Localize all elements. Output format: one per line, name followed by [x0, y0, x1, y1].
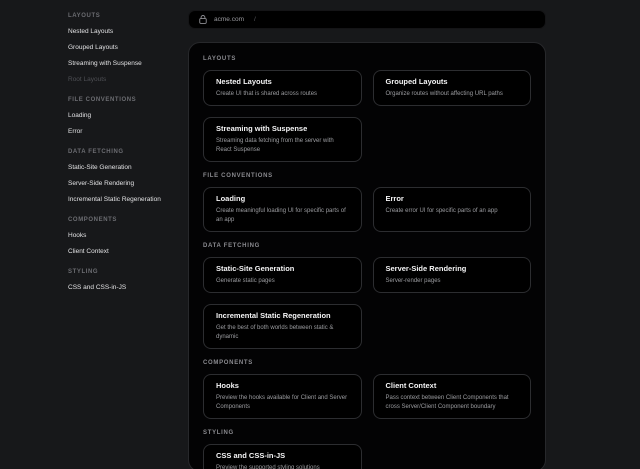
section-label: FILE CONVENTIONS	[203, 172, 531, 180]
card-title: Hooks	[216, 381, 349, 391]
card-grid: CSS and CSS-in-JS Preview the supported …	[203, 444, 531, 469]
section-label: DATA FETCHING	[203, 242, 531, 250]
card-loading[interactable]: Loading Create meaningful loading UI for…	[203, 187, 362, 232]
card-title: Streaming with Suspense	[216, 124, 349, 134]
card-error[interactable]: Error Create error UI for specific parts…	[373, 187, 532, 232]
sidebar-section-title: COMPONENTS	[68, 212, 190, 228]
sidebar: LAYOUTS Nested Layouts Grouped Layouts S…	[68, 8, 190, 296]
card-streaming-with-suspense[interactable]: Streaming with Suspense Streaming data f…	[203, 117, 362, 162]
sidebar-section-title: FILE CONVENTIONS	[68, 92, 190, 108]
card-title: Static-Site Generation	[216, 264, 349, 274]
section-label: COMPONENTS	[203, 359, 531, 367]
card-description: Preview the supported styling solutions	[216, 464, 349, 469]
sidebar-item-incremental-static-regeneration[interactable]: Incremental Static Regeneration	[68, 192, 190, 208]
address-path: /	[254, 16, 256, 23]
app-playground: LAYOUTS Nested Layouts Grouped Layouts S…	[0, 0, 640, 469]
card-description: Pass context between Client Components t…	[386, 394, 519, 412]
lock-icon	[199, 15, 207, 24]
card-title: Server-Side Rendering	[386, 264, 519, 274]
sidebar-section-title: LAYOUTS	[68, 8, 190, 24]
sidebar-item-hooks[interactable]: Hooks	[68, 228, 190, 244]
sidebar-item-grouped-layouts[interactable]: Grouped Layouts	[68, 40, 190, 56]
sidebar-section-file-conventions: FILE CONVENTIONS Loading Error	[68, 92, 190, 140]
card-title: Nested Layouts	[216, 77, 349, 87]
address-bar: acme.com /	[188, 10, 546, 29]
card-title: Error	[386, 194, 519, 204]
content-panel: LAYOUTS Nested Layouts Create UI that is…	[188, 42, 546, 469]
main-column: acme.com / LAYOUTS Nested Layouts Create…	[188, 10, 546, 469]
card-title: Loading	[216, 194, 349, 204]
sidebar-item-error[interactable]: Error	[68, 124, 190, 140]
section-file-conventions: FILE CONVENTIONS Loading Create meaningf…	[203, 172, 531, 232]
card-grid: Nested Layouts Create UI that is shared …	[203, 70, 531, 162]
sidebar-item-streaming-with-suspense[interactable]: Streaming with Suspense	[68, 56, 190, 72]
section-data-fetching: DATA FETCHING Static-Site Generation Gen…	[203, 242, 531, 349]
card-title: Incremental Static Regeneration	[216, 311, 349, 321]
section-label: STYLING	[203, 429, 531, 437]
section-layouts: LAYOUTS Nested Layouts Create UI that is…	[203, 55, 531, 162]
card-title: CSS and CSS-in-JS	[216, 451, 349, 461]
card-nested-layouts[interactable]: Nested Layouts Create UI that is shared …	[203, 70, 362, 106]
sidebar-item-root-layouts[interactable]: Root Layouts	[68, 72, 190, 88]
card-grid: Hooks Preview the hooks available for Cl…	[203, 374, 531, 419]
address-domain: acme.com	[214, 16, 244, 23]
sidebar-item-client-context[interactable]: Client Context	[68, 244, 190, 260]
sidebar-section-components: COMPONENTS Hooks Client Context	[68, 212, 190, 260]
card-css-and-css-in-js[interactable]: CSS and CSS-in-JS Preview the supported …	[203, 444, 362, 469]
card-title: Grouped Layouts	[386, 77, 519, 87]
sidebar-section-styling: STYLING CSS and CSS-in-JS	[68, 264, 190, 296]
card-hooks[interactable]: Hooks Preview the hooks available for Cl…	[203, 374, 362, 419]
card-client-context[interactable]: Client Context Pass context between Clie…	[373, 374, 532, 419]
sidebar-section-title: DATA FETCHING	[68, 144, 190, 160]
sidebar-section-layouts: LAYOUTS Nested Layouts Grouped Layouts S…	[68, 8, 190, 88]
card-description: Get the best of both worlds between stat…	[216, 324, 349, 342]
card-server-side-rendering[interactable]: Server-Side Rendering Server-render page…	[373, 257, 532, 293]
card-grid: Loading Create meaningful loading UI for…	[203, 187, 531, 232]
sidebar-item-static-site-generation[interactable]: Static-Site Generation	[68, 160, 190, 176]
card-description: Server-render pages	[386, 277, 519, 286]
card-grouped-layouts[interactable]: Grouped Layouts Organize routes without …	[373, 70, 532, 106]
card-description: Generate static pages	[216, 277, 349, 286]
card-description: Create meaningful loading UI for specifi…	[216, 207, 349, 225]
card-description: Preview the hooks available for Client a…	[216, 394, 349, 412]
section-label: LAYOUTS	[203, 55, 531, 63]
card-grid: Static-Site Generation Generate static p…	[203, 257, 531, 349]
section-styling: STYLING CSS and CSS-in-JS Preview the su…	[203, 429, 531, 469]
sidebar-section-title: STYLING	[68, 264, 190, 280]
section-components: COMPONENTS Hooks Preview the hooks avail…	[203, 359, 531, 419]
card-description: Streaming data fetching from the server …	[216, 137, 349, 155]
card-description: Create UI that is shared across routes	[216, 90, 349, 99]
sidebar-item-nested-layouts[interactable]: Nested Layouts	[68, 24, 190, 40]
sidebar-section-data-fetching: DATA FETCHING Static-Site Generation Ser…	[68, 144, 190, 208]
card-description: Create error UI for specific parts of an…	[386, 207, 519, 216]
card-static-site-generation[interactable]: Static-Site Generation Generate static p…	[203, 257, 362, 293]
card-title: Client Context	[386, 381, 519, 391]
sidebar-item-loading[interactable]: Loading	[68, 108, 190, 124]
sidebar-item-server-side-rendering[interactable]: Server-Side Rendering	[68, 176, 190, 192]
sidebar-item-css-and-css-in-js[interactable]: CSS and CSS-in-JS	[68, 280, 190, 296]
card-incremental-static-regeneration[interactable]: Incremental Static Regeneration Get the …	[203, 304, 362, 349]
card-description: Organize routes without affecting URL pa…	[386, 90, 519, 99]
